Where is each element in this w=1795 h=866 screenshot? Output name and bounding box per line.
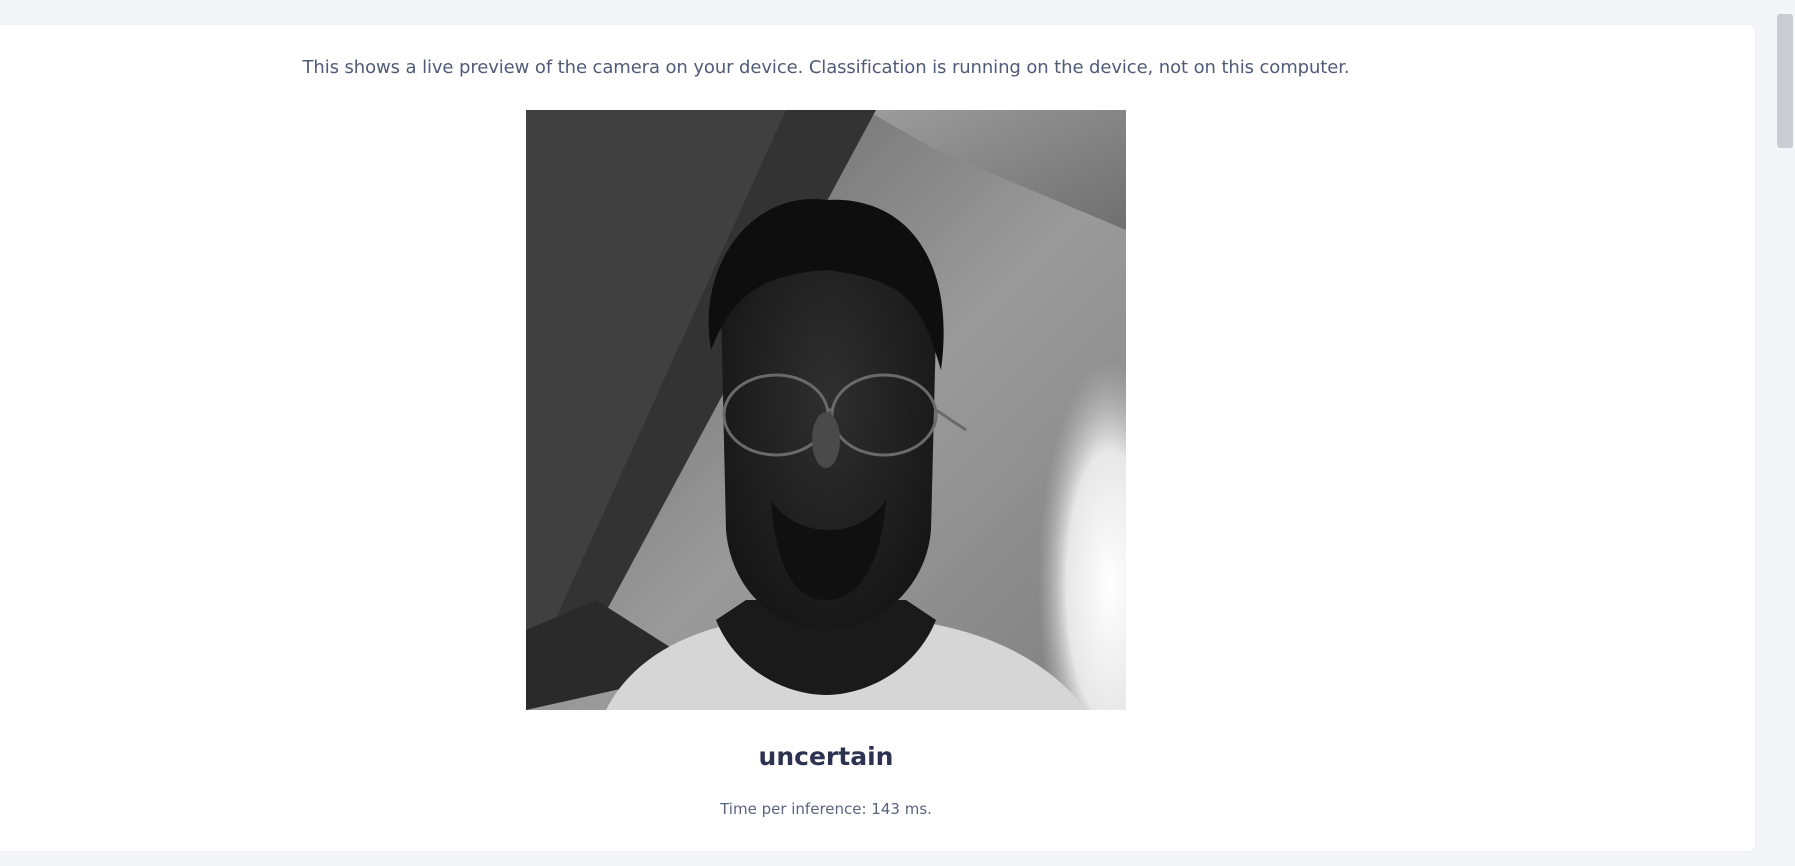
page: This shows a live preview of the camera … — [0, 0, 1795, 866]
classification-label: uncertain — [758, 742, 894, 771]
camera-preview-image — [526, 110, 1126, 710]
preview-description: This shows a live preview of the camera … — [302, 57, 1350, 78]
page-scrollbar[interactable] — [1775, 0, 1795, 866]
inference-time-text: Time per inference: 143 ms. — [720, 800, 932, 818]
scrollbar-thumb[interactable] — [1777, 14, 1793, 148]
camera-preview — [526, 110, 1126, 710]
